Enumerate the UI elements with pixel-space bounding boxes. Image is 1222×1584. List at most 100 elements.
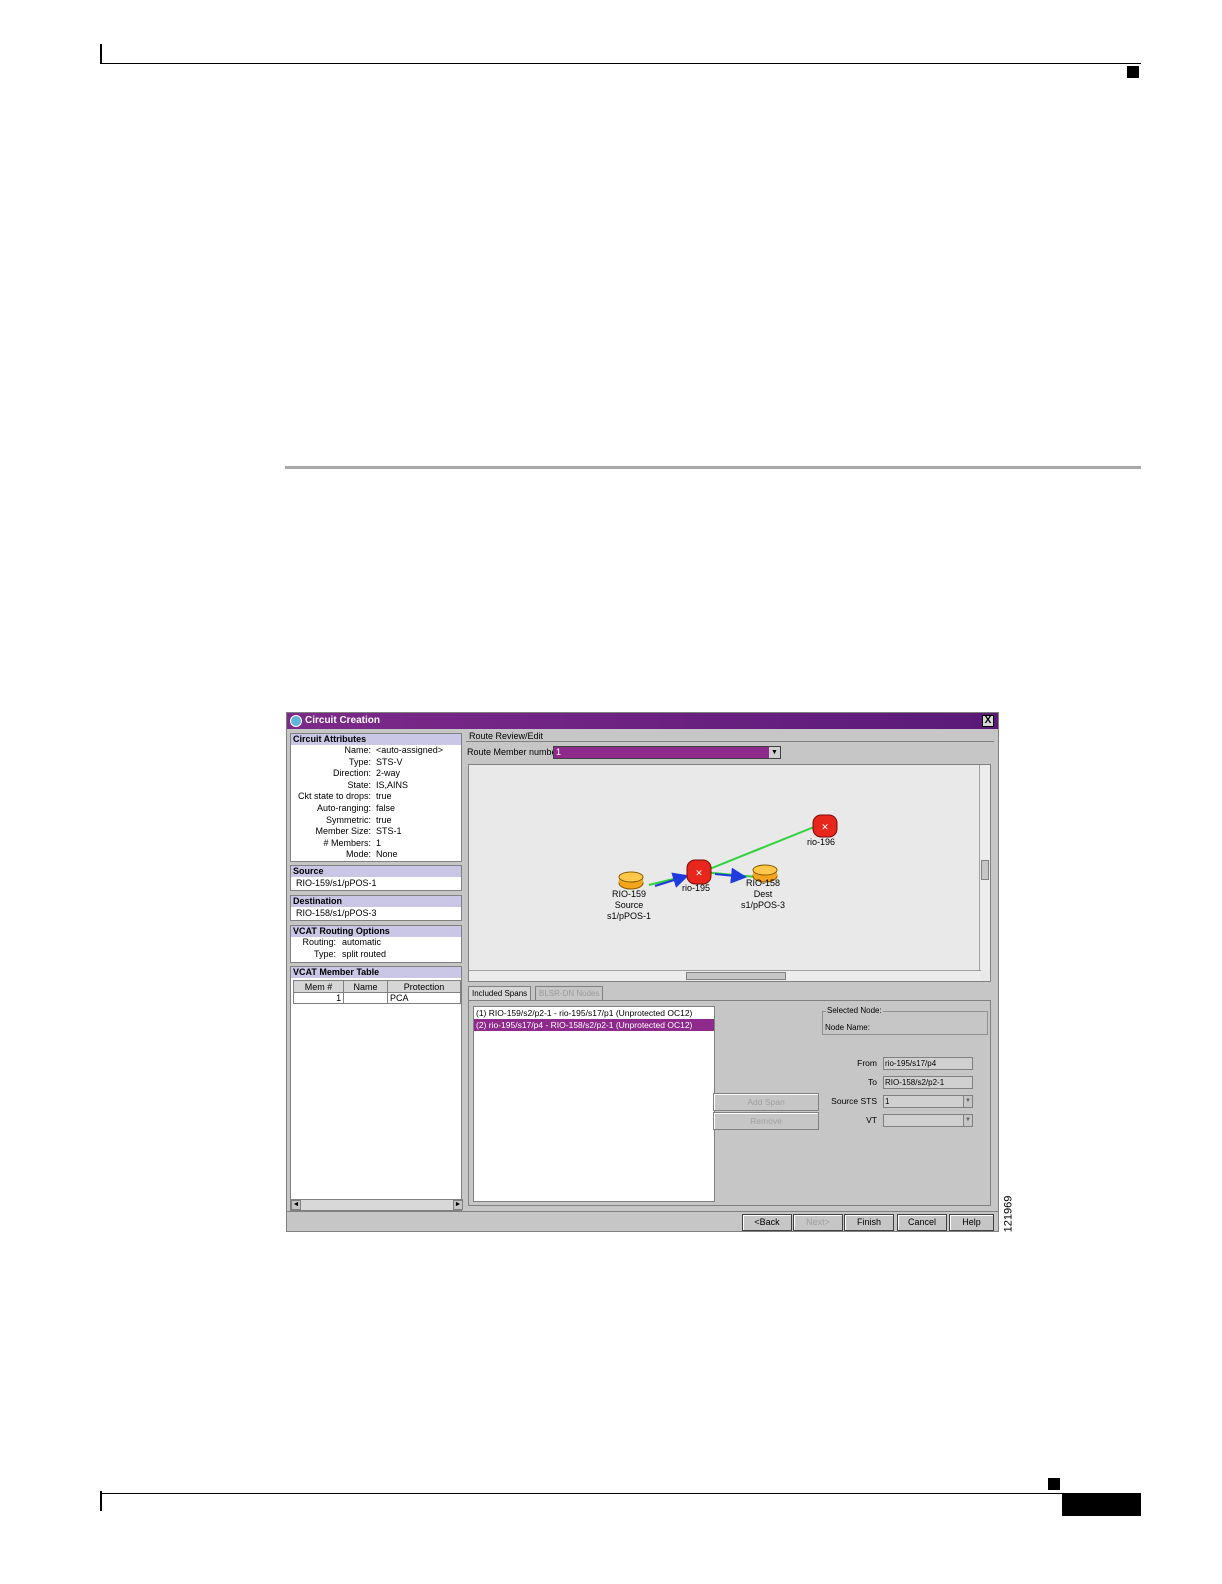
- column-header[interactable]: Protection: [387, 980, 461, 993]
- source-heading: Source: [291, 866, 461, 877]
- from-field: rio-195/s17/p4: [883, 1057, 973, 1070]
- circuit-creation-window: Circuit Creation X Circuit Attributes Na…: [286, 712, 999, 1232]
- map-vertical-scrollbar[interactable]: [979, 765, 990, 970]
- to-field: RIO-158/s2/p2-1: [883, 1076, 973, 1089]
- attribute-key: Name:: [344, 745, 371, 755]
- destination-value: RIO-158/s1/pPOS-3: [296, 908, 377, 918]
- route-review-heading: Route Review/Edit: [466, 730, 994, 742]
- back-button[interactable]: <Back: [742, 1214, 792, 1231]
- column-header[interactable]: Mem #: [292, 980, 345, 993]
- attribute-value: 1: [376, 837, 382, 848]
- attribute-row: Name: <auto-assigned>: [291, 745, 461, 757]
- source-box: Source RIO-159/s1/pPOS-1: [290, 865, 462, 891]
- attribute-row: Symmetric: true: [291, 815, 461, 827]
- header-tick: [100, 44, 102, 64]
- finish-button[interactable]: Finish: [844, 1214, 894, 1231]
- selected-node-title: Selected Node:: [826, 1006, 883, 1015]
- chevron-down-icon[interactable]: ▼: [963, 1115, 972, 1126]
- destination-heading: Destination: [291, 896, 461, 907]
- tab-blsr-dn-nodes[interactable]: BLSR-DN Nodes: [535, 986, 604, 1000]
- footer-tick: [100, 1491, 102, 1511]
- attribute-key: Symmetric:: [326, 814, 371, 825]
- attribute-key: # Members:: [323, 837, 371, 848]
- table-cell: PCA: [387, 992, 461, 1004]
- attribute-value: None: [376, 849, 398, 860]
- tab-included-spans[interactable]: Included Spans: [468, 986, 532, 1000]
- map-horizontal-thumb[interactable]: [686, 972, 786, 980]
- chevron-down-icon[interactable]: ▼: [769, 747, 780, 758]
- remove-button[interactable]: Remove: [713, 1112, 819, 1130]
- figure-id-text: 121969: [1002, 1195, 1015, 1233]
- vcat-routing-heading: VCAT Routing Options: [291, 926, 461, 937]
- route-member-label: Route Member number:: [467, 747, 563, 757]
- from-label: From: [857, 1058, 877, 1068]
- attribute-key: State:: [347, 779, 371, 790]
- routing-option-value: split routed: [342, 948, 387, 959]
- column-header[interactable]: Name: [343, 980, 389, 993]
- table-row[interactable]: 1 PCA: [292, 992, 461, 1004]
- attribute-value: 2-way: [376, 768, 401, 779]
- close-button[interactable]: X: [982, 715, 994, 727]
- network-map[interactable]: ✕ ✕ rio-196 rio-195 RIO-159 Source s1/pP…: [468, 764, 991, 982]
- node-rio-159-icon[interactable]: [618, 871, 644, 890]
- node-rio-159-label: RIO-159 Source s1/pPOS-1: [607, 889, 652, 921]
- routing-option-row: Routing: automatic: [291, 937, 461, 949]
- cancel-button[interactable]: Cancel: [897, 1214, 947, 1231]
- attribute-row: Auto-ranging: false: [291, 803, 461, 815]
- table-cell: 1: [292, 992, 345, 1004]
- map-vertical-thumb[interactable]: [981, 860, 989, 880]
- attribute-key: Direction:: [332, 768, 371, 779]
- attribute-key: Type:: [348, 756, 371, 767]
- routing-option-key: Type:: [313, 948, 336, 959]
- footer-rule: [100, 1493, 1141, 1494]
- attribute-value: true: [376, 814, 392, 825]
- attribute-value: IS,AINS: [376, 779, 409, 790]
- source-sts-select[interactable]: 1 ▼: [883, 1095, 973, 1108]
- node-rio-196-label: rio-196: [807, 837, 836, 847]
- scroll-right-arrow-icon[interactable]: ►: [453, 1200, 463, 1210]
- svg-text:✕: ✕: [821, 823, 829, 833]
- list-item[interactable]: (1) RIO-159/s2/p2-1 - rio-195/s17/p1 (Un…: [474, 1007, 714, 1019]
- source-sts-value: 1: [885, 1097, 890, 1106]
- member-table-box: VCAT Member Table Mem # Name Protection 1 P…: [290, 966, 463, 1211]
- scroll-left-arrow-icon[interactable]: ◄: [291, 1200, 301, 1210]
- selected-node-group: Selected Node: Node Name:: [822, 1006, 988, 1035]
- right-panel: Route Review/Edit Route Member number: 1…: [465, 730, 996, 1211]
- left-panel: Circuit Attributes Name: <auto-assigned> T…: [290, 733, 463, 1211]
- page-number-block: [1062, 1493, 1141, 1516]
- member-table: Mem # Name Protection 1 PCA: [292, 980, 461, 1004]
- spans-list[interactable]: (1) RIO-159/s2/p2-1 - rio-195/s17/p1 (Un…: [473, 1006, 715, 1202]
- routing-option-key: Routing:: [302, 937, 336, 947]
- chevron-down-icon[interactable]: ▼: [963, 1096, 972, 1107]
- figure-id: 121969: [1000, 1196, 1022, 1236]
- add-span-button[interactable]: Add Span: [713, 1093, 819, 1111]
- attribute-key: Auto-ranging:: [316, 802, 371, 813]
- attribute-row: Mode: None: [291, 849, 461, 861]
- source-value: RIO-159/s1/pPOS-1: [296, 878, 377, 888]
- route-member-select[interactable]: 1 ▼: [553, 746, 781, 759]
- node-rio-158-label: RIO-158 Dest s1/pPOS-3: [741, 878, 786, 910]
- node-name-label: Node Name:: [825, 1023, 870, 1032]
- attribute-row: # Members: 1: [291, 838, 461, 850]
- routing-option-row: Type: split routed: [291, 949, 461, 961]
- circuit-attributes-box: Circuit Attributes Name: <auto-assigned> T…: [290, 733, 462, 862]
- help-button[interactable]: Help: [949, 1214, 994, 1231]
- attribute-key: Mode:: [345, 849, 371, 860]
- list-item-selected[interactable]: (2) rio-195/s17/p4 - RIO-158/s2/p2-1 (Un…: [474, 1019, 714, 1031]
- wizard-button-bar: <Back Next> Finish Cancel Help: [287, 1211, 998, 1231]
- next-button[interactable]: Next>: [793, 1214, 843, 1231]
- route-member-value: 1: [556, 747, 562, 757]
- node-rio-195-icon[interactable]: ✕: [686, 859, 712, 885]
- included-spans-panel: (1) RIO-159/s2/p2-1 - rio-195/s17/p1 (Un…: [468, 1000, 991, 1206]
- circuit-attributes-heading: Circuit Attributes: [291, 734, 461, 745]
- vcat-routing-box: VCAT Routing Options Routing: automatic Ty…: [290, 925, 462, 963]
- attribute-row: Member Size: STS-1: [291, 826, 461, 838]
- svg-text:✕: ✕: [695, 869, 703, 879]
- attribute-value: <auto-assigned>: [376, 745, 444, 755]
- section-rule: [285, 466, 1141, 469]
- map-horizontal-scrollbar[interactable]: [469, 970, 981, 981]
- vt-select[interactable]: ▼: [883, 1114, 973, 1127]
- member-table-scrollbar[interactable]: ◄ ►: [291, 1199, 463, 1210]
- destination-box: Destination RIO-158/s1/pPOS-3: [290, 895, 462, 921]
- node-rio-196-icon[interactable]: ✕: [812, 814, 838, 838]
